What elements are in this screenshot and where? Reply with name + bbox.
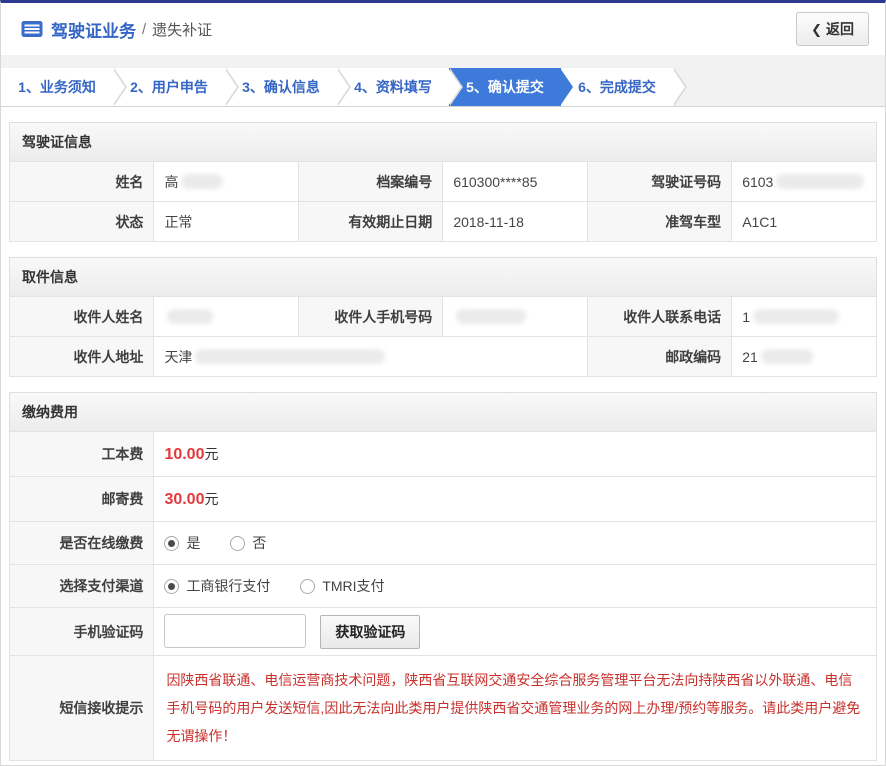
payment-table: 工本费 10.00元 邮寄费 30.00元 是否在线缴费 是 否 选择支付渠道 … <box>9 431 877 761</box>
table-row: 邮寄费 30.00元 <box>10 477 877 522</box>
production-fee-value: 10.00元 <box>154 432 877 477</box>
expiry-value: 2018-11-18 <box>443 202 587 242</box>
table-row: 手机验证码 获取验证码 <box>10 608 877 656</box>
production-fee-label: 工本费 <box>10 432 154 477</box>
table-row: 短信接收提示 因陕西省联通、电信运营商技术问题，陕西省互联网交通安全综合服务管理… <box>10 656 877 761</box>
radio-unchecked-icon[interactable] <box>300 579 315 594</box>
recipient-name-value <box>154 297 298 337</box>
license-no-value: 6103 <box>732 162 877 202</box>
postal-code-label: 邮政编码 <box>587 337 731 377</box>
sms-notice-label: 短信接收提示 <box>10 656 154 761</box>
recipient-phone-label: 收件人联系电话 <box>587 297 731 337</box>
sms-notice-cell: 因陕西省联通、电信运营商技术问题，陕西省互联网交通安全综合服务管理平台无法向持陕… <box>154 656 877 761</box>
recipient-phone-value: 1 <box>732 297 877 337</box>
step-tab-2[interactable]: 2、用户申告 <box>113 68 225 106</box>
sms-code-field-cell: 获取验证码 <box>154 608 877 656</box>
steps: 1、业务须知 2、用户申告 3、确认信息 4、资料填写 5、确认提交 6、完成提… <box>1 68 885 106</box>
step-tab-5-active[interactable]: 5、确认提交 <box>449 68 561 106</box>
table-row: 状态 正常 有效期止日期 2018-11-18 准驾车型 A1C1 <box>10 202 877 242</box>
table-row: 收件人姓名 收件人手机号码 收件人联系电话 1 <box>10 297 877 337</box>
radio-option-yes[interactable]: 是 <box>164 535 200 551</box>
recipient-mobile-label: 收件人手机号码 <box>298 297 442 337</box>
name-label: 姓名 <box>10 162 154 202</box>
file-no-value: 610300****85 <box>443 162 587 202</box>
table-row: 选择支付渠道 工商银行支付 TMRI支付 <box>10 565 877 608</box>
chevron-left-icon: ❮ <box>811 22 822 37</box>
radio-option-no[interactable]: 否 <box>230 535 266 551</box>
delivery-info-section: 取件信息 收件人姓名 收件人手机号码 收件人联系电话 1 收件人地址 天津 邮政… <box>9 257 877 377</box>
payment-channel-options: 工商银行支付 TMRI支付 <box>154 565 877 608</box>
get-code-button[interactable]: 获取验证码 <box>320 615 420 649</box>
step-tab-6[interactable]: 6、完成提交 <box>561 68 673 106</box>
page: 驾驶证业务 / 遗失补证 ❮ 返回 1、业务须知 2、用户申告 3、确认信息 4、… <box>0 0 886 766</box>
license-no-label: 驾驶证号码 <box>587 162 731 202</box>
step-tab-4[interactable]: 4、资料填写 <box>337 68 449 106</box>
step-tab-3[interactable]: 3、确认信息 <box>225 68 337 106</box>
table-row: 是否在线缴费 是 否 <box>10 522 877 565</box>
payment-section: 缴纳费用 工本费 10.00元 邮寄费 30.00元 是否在线缴费 是 否 选择… <box>9 392 877 761</box>
file-no-label: 档案编号 <box>298 162 442 202</box>
sms-notice-text: 因陕西省联通、电信运营商技术问题，陕西省互联网交通安全综合服务管理平台无法向持陕… <box>166 672 860 744</box>
delivery-info-title: 取件信息 <box>9 257 877 296</box>
recipient-address-value: 天津 <box>154 337 587 377</box>
breadcrumb-separator: / <box>142 21 146 38</box>
sms-code-input[interactable] <box>164 614 306 648</box>
redacted-text <box>195 349 385 364</box>
recipient-address-label: 收件人地址 <box>10 337 154 377</box>
status-label: 状态 <box>10 202 154 242</box>
radio-label: 工商银行支付 <box>186 578 270 594</box>
expiry-label: 有效期止日期 <box>298 202 442 242</box>
back-button[interactable]: ❮ 返回 <box>796 12 869 46</box>
redacted-text <box>761 349 813 364</box>
license-info-title: 驾驶证信息 <box>9 122 877 161</box>
radio-label: 是 <box>186 535 200 551</box>
vehicle-class-label: 准驾车型 <box>587 202 731 242</box>
table-row: 收件人地址 天津 邮政编码 21 <box>10 337 877 377</box>
recipient-mobile-value <box>443 297 587 337</box>
name-value: 高 <box>154 162 298 202</box>
postal-code-value: 21 <box>732 337 877 377</box>
redacted-text <box>753 309 839 324</box>
redacted-text <box>167 309 213 324</box>
redacted-text <box>181 174 223 189</box>
payment-title: 缴纳费用 <box>9 392 877 431</box>
postage-fee-value: 30.00元 <box>154 477 877 522</box>
license-service-icon <box>21 20 43 38</box>
postage-fee-label: 邮寄费 <box>10 477 154 522</box>
delivery-info-table: 收件人姓名 收件人手机号码 收件人联系电话 1 收件人地址 天津 邮政编码 21 <box>9 296 877 377</box>
radio-unchecked-icon[interactable] <box>230 536 245 551</box>
online-payment-label: 是否在线缴费 <box>10 522 154 565</box>
online-payment-options: 是 否 <box>154 522 877 565</box>
license-info-section: 驾驶证信息 姓名 高 档案编号 610300****85 驾驶证号码 6103 … <box>9 122 877 242</box>
radio-label: 否 <box>252 535 266 551</box>
table-row: 姓名 高 档案编号 610300****85 驾驶证号码 6103 <box>10 162 877 202</box>
vehicle-class-value: A1C1 <box>732 202 877 242</box>
status-value: 正常 <box>154 202 298 242</box>
radio-option-tmri[interactable]: TMRI支付 <box>300 578 384 594</box>
radio-label: TMRI支付 <box>322 578 384 594</box>
step-tab-1[interactable]: 1、业务须知 <box>1 68 113 106</box>
radio-checked-icon[interactable] <box>164 536 179 551</box>
payment-channel-label: 选择支付渠道 <box>10 565 154 608</box>
radio-checked-icon[interactable] <box>164 579 179 594</box>
redacted-text <box>456 309 526 324</box>
redacted-text <box>776 174 864 189</box>
breadcrumb: 驾驶证业务 / 遗失补证 <box>21 17 212 42</box>
page-subtitle: 遗失补证 <box>152 19 212 40</box>
recipient-name-label: 收件人姓名 <box>10 297 154 337</box>
page-title: 驾驶证业务 <box>51 17 136 42</box>
radio-option-icbc[interactable]: 工商银行支付 <box>164 578 270 594</box>
header: 驾驶证业务 / 遗失补证 ❮ 返回 <box>1 3 885 55</box>
table-row: 工本费 10.00元 <box>10 432 877 477</box>
sms-code-label: 手机验证码 <box>10 608 154 656</box>
back-button-label: 返回 <box>826 21 854 37</box>
steps-bar: 1、业务须知 2、用户申告 3、确认信息 4、资料填写 5、确认提交 6、完成提… <box>1 55 885 107</box>
license-info-table: 姓名 高 档案编号 610300****85 驾驶证号码 6103 状态 正常 … <box>9 161 877 242</box>
